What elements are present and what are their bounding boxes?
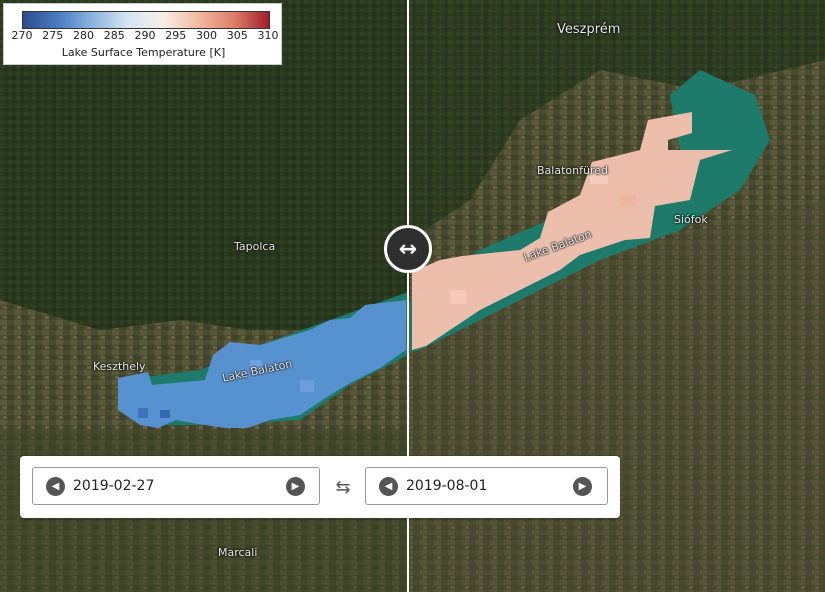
place-label-siofok: Siófok: [674, 213, 708, 226]
colorbar: [22, 11, 270, 29]
swap-icon[interactable]: ⇆: [332, 476, 354, 498]
chevron-right-icon[interactable]: ▶: [286, 477, 305, 496]
place-label-marcali: Marcali: [218, 546, 258, 559]
tick-label: 300: [196, 29, 217, 42]
right-date-picker[interactable]: ◀ 2019-08-01 ▶: [365, 467, 608, 505]
place-label-keszthely: Keszthely: [93, 360, 146, 373]
tick-label: 310: [257, 29, 279, 42]
right-date-value: 2019-08-01: [406, 478, 488, 494]
left-date-value: 2019-02-27: [73, 478, 155, 494]
tick-label: 275: [42, 29, 64, 42]
place-label-veszprem: Veszprém: [557, 22, 621, 37]
legend-title: Lake Surface Temperature [K]: [61, 46, 226, 59]
chevron-left-icon[interactable]: ◀: [379, 477, 398, 496]
colorbar-ticks: 270 275 280 285 290 295 300 305 310: [4, 29, 283, 43]
chevron-left-icon[interactable]: ◀: [46, 477, 65, 496]
chevron-right-icon[interactable]: ▶: [573, 477, 592, 496]
date-compare-panel: ◀ 2019-02-27 ▶ ⇆ ◀ 2019-08-01 ▶: [20, 456, 620, 518]
temperature-legend: 270 275 280 285 290 295 300 305 310 Lake…: [3, 3, 282, 65]
place-label-balatonfured: Balatonfüred: [537, 164, 608, 177]
tick-label: 305: [226, 29, 248, 42]
tick-label: 295: [165, 29, 187, 42]
tick-label: 280: [73, 29, 94, 42]
tick-label: 290: [134, 29, 156, 42]
place-label-tapolca: Tapolca: [234, 240, 276, 253]
tick-label: 285: [103, 29, 125, 42]
left-date-picker[interactable]: ◀ 2019-02-27 ▶: [32, 467, 320, 505]
tick-label: 270: [11, 29, 33, 42]
left-right-arrow-icon[interactable]: ↔: [384, 225, 432, 273]
